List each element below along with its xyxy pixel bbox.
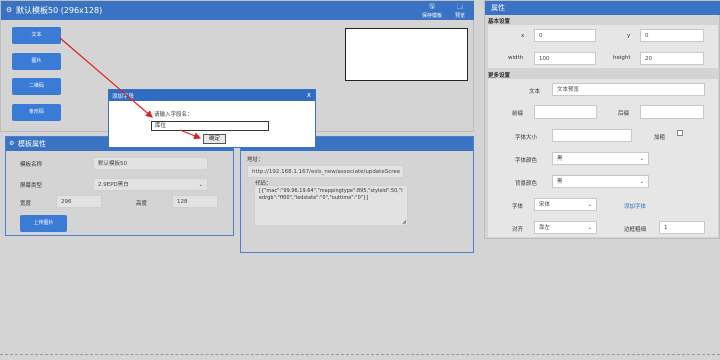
chevron-down-icon: ⌄	[587, 225, 592, 231]
font-select[interactable]: 宋体 ⌄	[534, 198, 597, 211]
dialog-title: 添加字段	[112, 94, 135, 100]
border-width-input[interactable]: 1	[659, 221, 705, 234]
dialog-prompt: 请输入字段名：	[154, 112, 193, 118]
add-text-button[interactable]: 文本	[12, 27, 61, 44]
add-barcode-button[interactable]: 条形码	[12, 104, 61, 121]
screen-type-select[interactable]: 2.9EPD黑白 ⌄	[93, 178, 208, 191]
border-width-label: 边框粗细	[624, 227, 647, 233]
x-label: x	[521, 33, 525, 39]
add-field-dialog: 添加字段 x 请输入字段名： 库位 确定	[108, 89, 316, 148]
basic-settings-title: 基本设置	[488, 19, 511, 25]
bg-color-select[interactable]: 黑 ⌄	[552, 175, 649, 188]
x-input[interactable]: 0	[534, 29, 596, 42]
align-select[interactable]: 靠左 ⌄	[534, 221, 597, 234]
chevron-down-icon: ⌄	[587, 202, 592, 208]
chevron-down-icon: ⌄	[639, 179, 644, 185]
font-color-select[interactable]: 黑 ⌄	[552, 152, 649, 165]
bold-label: 加粗	[654, 135, 666, 141]
suffix-input[interactable]	[640, 105, 704, 119]
prefix-label: 前缀	[512, 111, 524, 117]
chevron-down-icon: ⌄	[639, 156, 644, 162]
resize-handle-icon[interactable]: ◢	[402, 219, 406, 225]
align-label: 对齐	[512, 227, 524, 233]
page-divider	[0, 354, 720, 355]
ok-button[interactable]: 确定	[203, 134, 226, 144]
template-height-field[interactable]: 128	[172, 195, 218, 208]
template-name-field[interactable]: 默认模板50	[93, 157, 208, 170]
code-textarea[interactable]: [{"mac":"99.96.19.64","mappingtype":895,…	[254, 185, 408, 226]
add-qrcode-button[interactable]: 二维码	[12, 78, 61, 95]
save-icon: 🖫	[429, 3, 435, 10]
font-color-label: 字体颜色	[515, 158, 538, 164]
font-label: 字体	[512, 204, 524, 210]
template-props-panel: ⚙ 模板属性 模板名称 默认模板50 屏幕类型 2.9EPD黑白 ⌄ 宽度 29…	[5, 136, 234, 236]
gear-icon: ⚙	[6, 6, 13, 14]
add-image-button[interactable]: 图片	[12, 53, 61, 70]
editor-header: ⚙ 默认模板50 (296x128) 🖫 保存模板 🗔 预览	[1, 1, 474, 20]
width-label: width	[508, 55, 524, 61]
bg-color-label: 背景颜色	[515, 181, 538, 187]
address-panel: 地址： http://192.168.1.167/esls_new/associ…	[240, 136, 474, 253]
preview-icon: 🗔	[456, 3, 464, 10]
width-label: 宽度	[20, 201, 32, 207]
font-size-input[interactable]	[552, 129, 632, 142]
template-width-field[interactable]: 296	[56, 195, 102, 208]
field-name-input[interactable]: 库位	[151, 121, 269, 131]
text-input[interactable]: 文本预览	[552, 83, 705, 96]
more-settings-title: 更多设置	[488, 73, 511, 79]
y-input[interactable]: 0	[640, 29, 704, 42]
screen-type-label: 屏幕类型	[20, 183, 43, 189]
properties-panel: 属性 基本设置 x 0 y 0 width 100 height 20 更多设置…	[484, 0, 720, 239]
gear-icon: ⚙	[9, 140, 15, 147]
width-input[interactable]: 100	[534, 52, 596, 65]
add-font-link[interactable]: 添加字体	[624, 202, 646, 210]
height-label: height	[613, 55, 631, 61]
address-label: 地址：	[247, 157, 264, 163]
bold-checkbox[interactable]	[677, 130, 683, 136]
template-name-label: 模板名称	[20, 162, 43, 168]
upload-image-button[interactable]: 上传图片	[20, 215, 67, 232]
height-input[interactable]: 20	[640, 52, 704, 65]
preview-button[interactable]: 🗔 预览	[451, 2, 469, 19]
font-size-label: 字体大小	[515, 135, 538, 141]
y-label: y	[627, 33, 631, 39]
chevron-down-icon: ⌄	[198, 182, 203, 188]
close-icon[interactable]: x	[307, 91, 311, 99]
text-label: 文本	[529, 89, 541, 95]
address-url-field[interactable]: http://192.168.1.167/esls_new/associate/…	[247, 165, 404, 178]
dialog-titlebar: 添加字段 x	[109, 90, 315, 101]
prefix-input[interactable]	[534, 105, 597, 119]
height-label: 高度	[136, 201, 148, 207]
properties-header: 属性	[485, 1, 720, 15]
template-title: 默认模板50 (296x128)	[16, 6, 103, 15]
suffix-label: 后缀	[618, 111, 630, 117]
canvas-preview[interactable]	[345, 28, 468, 81]
save-template-button[interactable]: 🖫 保存模板	[419, 2, 445, 19]
